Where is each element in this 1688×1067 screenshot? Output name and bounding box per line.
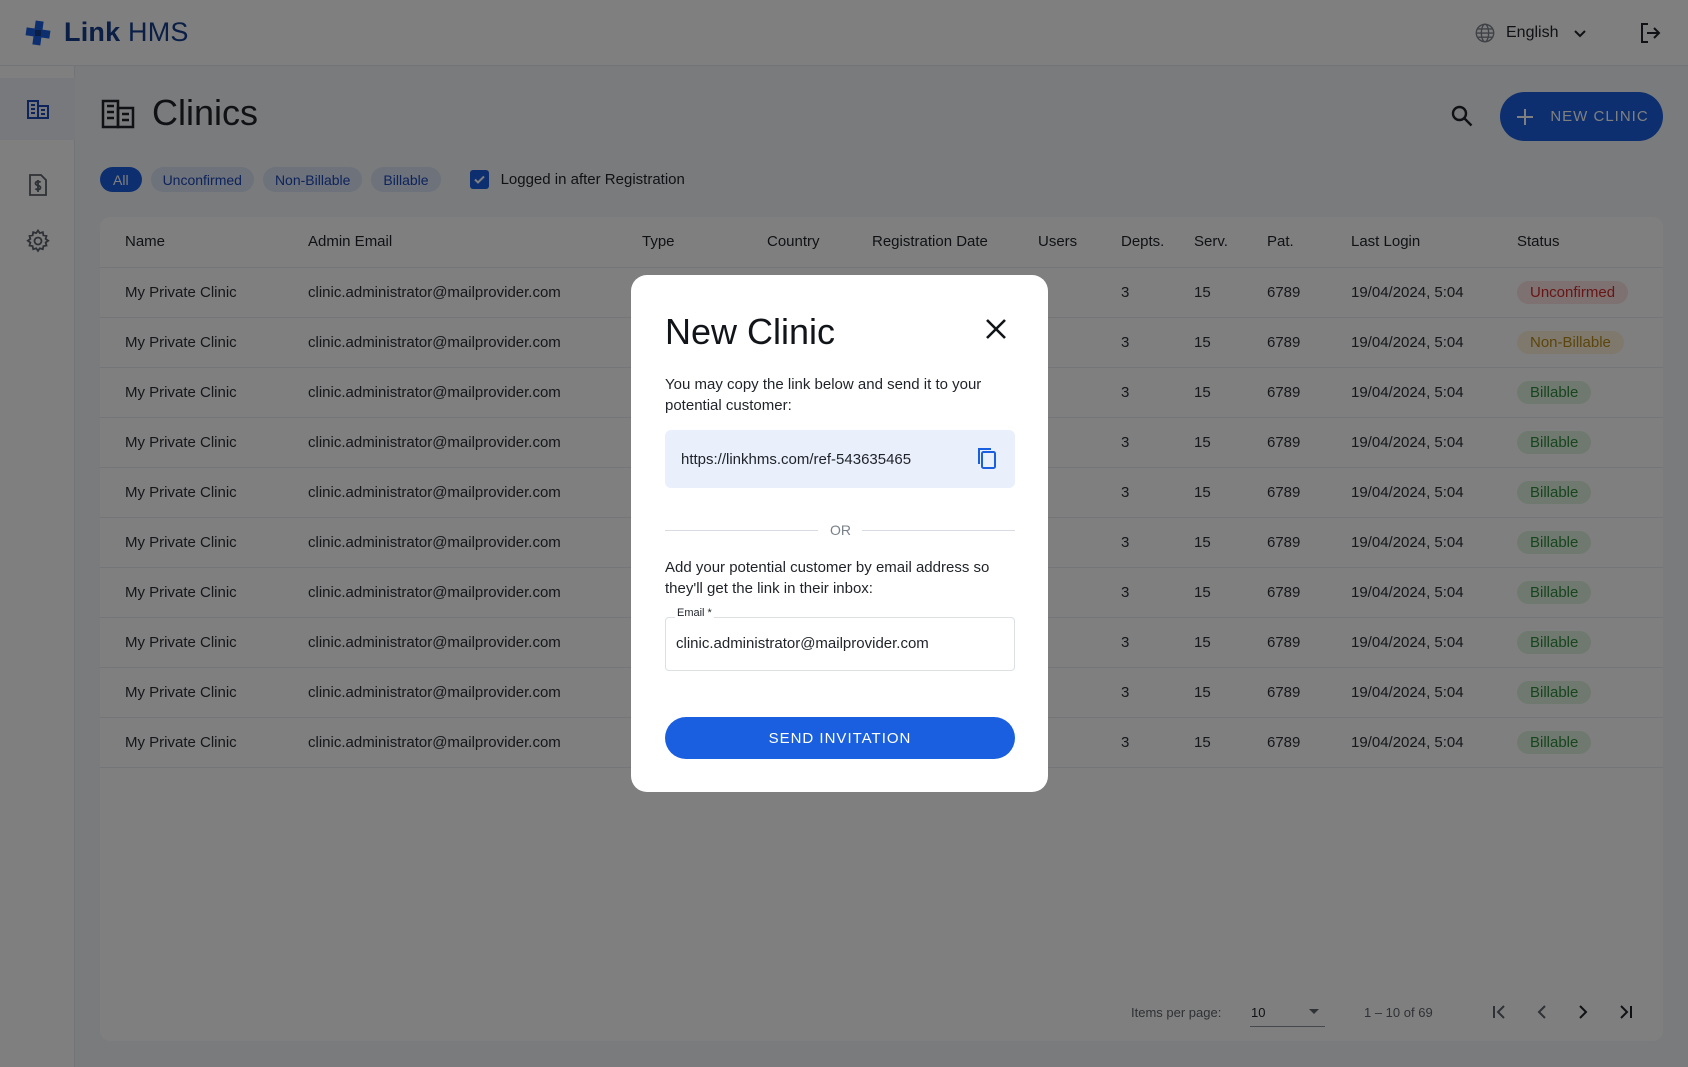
copy-link-instructions: You may copy the link below and send it … (665, 376, 982, 414)
or-label: OR (830, 522, 851, 538)
new-clinic-dialog: New Clinic You may copy the link below a… (631, 275, 1048, 792)
referral-link[interactable]: https://linkhms.com/ref-543635465 (681, 451, 911, 468)
copy-icon[interactable] (974, 445, 1000, 471)
email-field-label: Email * (675, 607, 714, 619)
divider-line-right (862, 530, 1015, 531)
dialog-title: New Clinic (665, 311, 836, 352)
close-icon[interactable] (980, 313, 1012, 345)
or-divider: OR (665, 522, 1015, 538)
email-instructions: Add your potential customer by email add… (665, 559, 990, 597)
send-invitation-button[interactable]: SEND INVITATION (665, 717, 1015, 759)
divider-line-left (665, 530, 818, 531)
email-input[interactable] (676, 635, 1004, 652)
email-field: Email * (665, 607, 1015, 671)
referral-link-box: https://linkhms.com/ref-543635465 (665, 430, 1015, 488)
